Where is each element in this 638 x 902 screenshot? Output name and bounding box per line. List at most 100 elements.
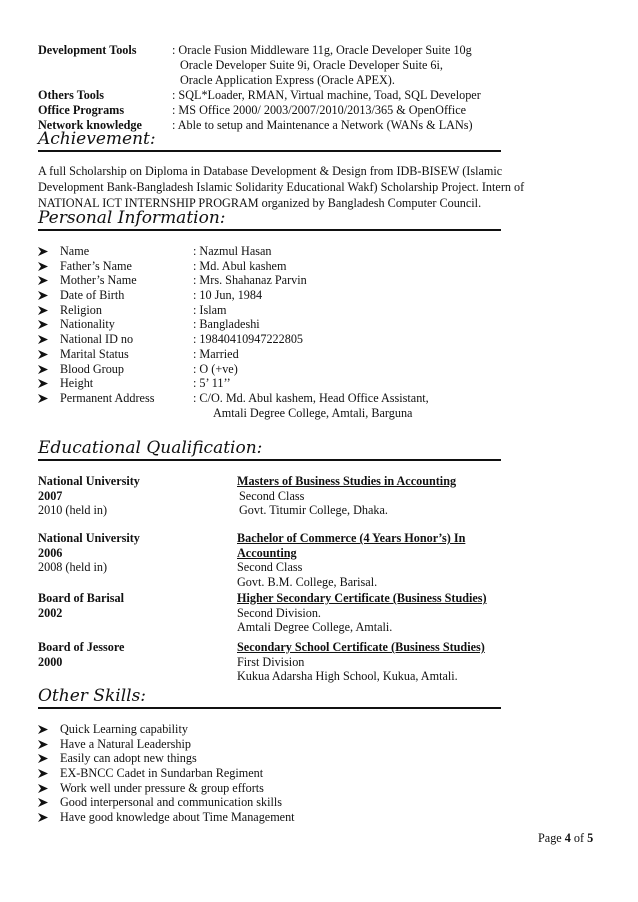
arrow-bullet-icon	[38, 273, 48, 286]
other-skill-item: Easily can adopt new things	[38, 751, 598, 766]
other-skill-item: Work well under pressure & group efforts	[38, 781, 598, 796]
personal-info-label: Mother’s Name	[60, 273, 137, 288]
section-heading-other-skills: Other Skills:	[38, 686, 501, 709]
personal-info-value: : C/O. Md. Abul kashem, Head Office Assi…	[193, 390, 429, 405]
education-year: 2000	[38, 654, 63, 669]
arrow-bullet-icon	[38, 303, 48, 315]
skill-label: Development Tools	[38, 43, 137, 57]
achievement-line: Development Bank-Bangladesh Islamic Soli…	[38, 180, 525, 194]
skill-row-office-programs: Office Programs : MS Office 2000/ 2003/2…	[38, 103, 598, 118]
education-entry-right: Bachelor of Commerce (4 Years Honor’s) I…	[237, 531, 465, 589]
arrow-bullet-icon	[38, 795, 48, 808]
personal-info-label: Name	[60, 244, 90, 258]
personal-info-value: : 10 Jun, 1984	[193, 288, 263, 303]
personal-info-value: : Md. Abul kashem	[193, 258, 287, 273]
other-skill-text: Have good knowledge about Time Managemen…	[60, 810, 295, 825]
other-skill-text: Have a Natural Leadership	[60, 736, 191, 751]
personal-info-list: Name : Nazmul Hasan Father’s Name : Md. Abu…	[38, 244, 598, 420]
education-entry-left: National University 2006 2008 (held in)	[38, 531, 140, 575]
personal-info-value: : Mrs. Shahanaz Parvin	[193, 273, 307, 288]
skill-value-continuation: Oracle Application Express (Oracle APEX)…	[180, 73, 395, 87]
education-held-in: 2010 (held in)	[38, 503, 108, 518]
education-college: Govt. Titumir College, Dhaka.	[239, 503, 388, 518]
other-skill-text: Work well under pressure & group efforts	[60, 780, 264, 795]
education-result: Second Class	[237, 560, 303, 575]
other-skill-item: Good interpersonal and communication ski…	[38, 795, 598, 810]
personal-info-label: Nationality	[60, 317, 115, 332]
personal-info-label: Religion	[60, 302, 102, 317]
education-entry-left: National University 2007 2010 (held in)	[38, 474, 140, 518]
education-degree: Secondary School Certificate (Business S…	[237, 640, 485, 654]
personal-info-label: Marital Status	[60, 346, 129, 361]
other-skill-item: EX-BNCC Cadet in Sundarban Regiment	[38, 766, 598, 781]
page-total: 5	[587, 831, 594, 845]
personal-info-item: Date of Birth : 10 Jun, 1984	[38, 288, 598, 303]
personal-info-item: Marital Status : Married	[38, 347, 598, 362]
arrow-bullet-icon	[38, 722, 48, 734]
page-prefix: Page	[538, 831, 565, 845]
education-entry-right: Secondary School Certificate (Business S…	[237, 640, 485, 684]
personal-info-value: : Nazmul Hasan	[193, 244, 272, 258]
other-skills-list: Quick Learning capability Have a Natural …	[38, 722, 598, 825]
other-skill-item: Have a Natural Leadership	[38, 737, 598, 752]
skill-value-continuation: Oracle Developer Suite 9i, Oracle Develo…	[180, 58, 443, 72]
personal-info-value-continuation: Amtali Degree College, Amtali, Barguna	[213, 405, 413, 420]
personal-info-item: Father’s Name : Md. Abul kashem	[38, 259, 598, 274]
education-institution: Board of Barisal	[38, 591, 124, 605]
personal-info-label: National ID no	[60, 332, 134, 347]
education-college: Govt. B.M. College, Barisal.	[237, 574, 378, 589]
page-of: of	[570, 831, 588, 845]
personal-info-item: Height: 5’ 11’’	[38, 376, 598, 391]
education-year: 2007	[38, 488, 63, 503]
education-entry-left: Board of Barisal 2002	[38, 591, 124, 620]
personal-info-item: Mother’s Name : Mrs. Shahanaz Parvin	[38, 273, 598, 288]
other-skill-text: Good interpersonal and communication ski…	[60, 795, 283, 810]
personal-info-item: Blood Group: O (+ve)	[38, 362, 598, 377]
education-degree: Masters of Business Studies in Accountin…	[237, 474, 457, 488]
personal-info-label: Father’s Name	[60, 258, 132, 273]
arrow-bullet-icon	[38, 737, 48, 749]
personal-info-value: : 19840410947222805	[193, 332, 304, 347]
skill-row-development-tools: Development Tools : Oracle Fusion Middle…	[38, 43, 598, 58]
arrow-bullet-icon	[38, 362, 48, 374]
arrow-bullet-icon	[38, 376, 48, 389]
personal-info-label: Permanent Address	[60, 390, 155, 405]
education-held-in: 2008 (held in)	[38, 560, 108, 575]
achievement-line: A full Scholarship on Diploma in Databas…	[38, 164, 503, 178]
achievement-text: A full Scholarship on Diploma in Databas…	[38, 163, 608, 211]
education-year: 2002	[38, 605, 63, 620]
education-result: Second Division.	[237, 605, 321, 620]
section-heading-educational-qualification: Educational Qualification:	[38, 438, 501, 461]
education-entry-right: Masters of Business Studies in Accountin…	[237, 474, 456, 518]
other-skill-text: Easily can adopt new things	[60, 751, 197, 766]
arrow-bullet-icon	[38, 766, 48, 779]
other-skill-text: Quick Learning capability	[60, 722, 188, 736]
other-skill-item: Have good knowledge about Time Managemen…	[38, 810, 598, 825]
page-number: Page 4 of 5	[538, 831, 593, 846]
education-institution: Board of Jessore	[38, 640, 125, 654]
other-skill-item: Quick Learning capability	[38, 722, 598, 737]
education-institution: National University	[38, 531, 140, 545]
personal-info-value: : Married	[193, 346, 239, 361]
section-heading-achievement: Achievement:	[38, 129, 501, 152]
skill-row-others-tools: Others Tools : SQL*Loader, RMAN, Virtual…	[38, 88, 598, 103]
personal-info-label: Date of Birth	[60, 288, 125, 303]
section-heading-personal-information: Personal Information:	[38, 208, 501, 231]
skill-label: Office Programs	[38, 103, 125, 117]
education-degree: Bachelor of Commerce (4 Years Honor’s) I…	[237, 531, 466, 545]
education-result: First Division	[237, 654, 305, 669]
arrow-bullet-icon	[38, 781, 48, 793]
skill-value: : Oracle Fusion Middleware 11g, Oracle D…	[172, 43, 472, 57]
arrow-bullet-icon	[38, 317, 48, 330]
arrow-bullet-icon	[38, 244, 48, 256]
arrow-bullet-icon	[38, 332, 48, 345]
other-skill-text: EX-BNCC Cadet in Sundarban Regiment	[60, 766, 264, 781]
personal-info-value: : Bangladeshi	[193, 317, 260, 332]
education-entry-right: Higher Secondary Certificate (Business S…	[237, 591, 487, 635]
personal-info-item: Permanent Address : C/O. Md. Abul kashem,…	[38, 391, 598, 406]
arrow-bullet-icon	[38, 288, 48, 301]
personal-info-value: : O (+ve)	[193, 361, 238, 376]
arrow-bullet-icon	[38, 810, 48, 823]
education-degree: Higher Secondary Certificate (Business S…	[237, 591, 487, 605]
education-college: Amtali Degree College, Amtali.	[237, 620, 393, 635]
